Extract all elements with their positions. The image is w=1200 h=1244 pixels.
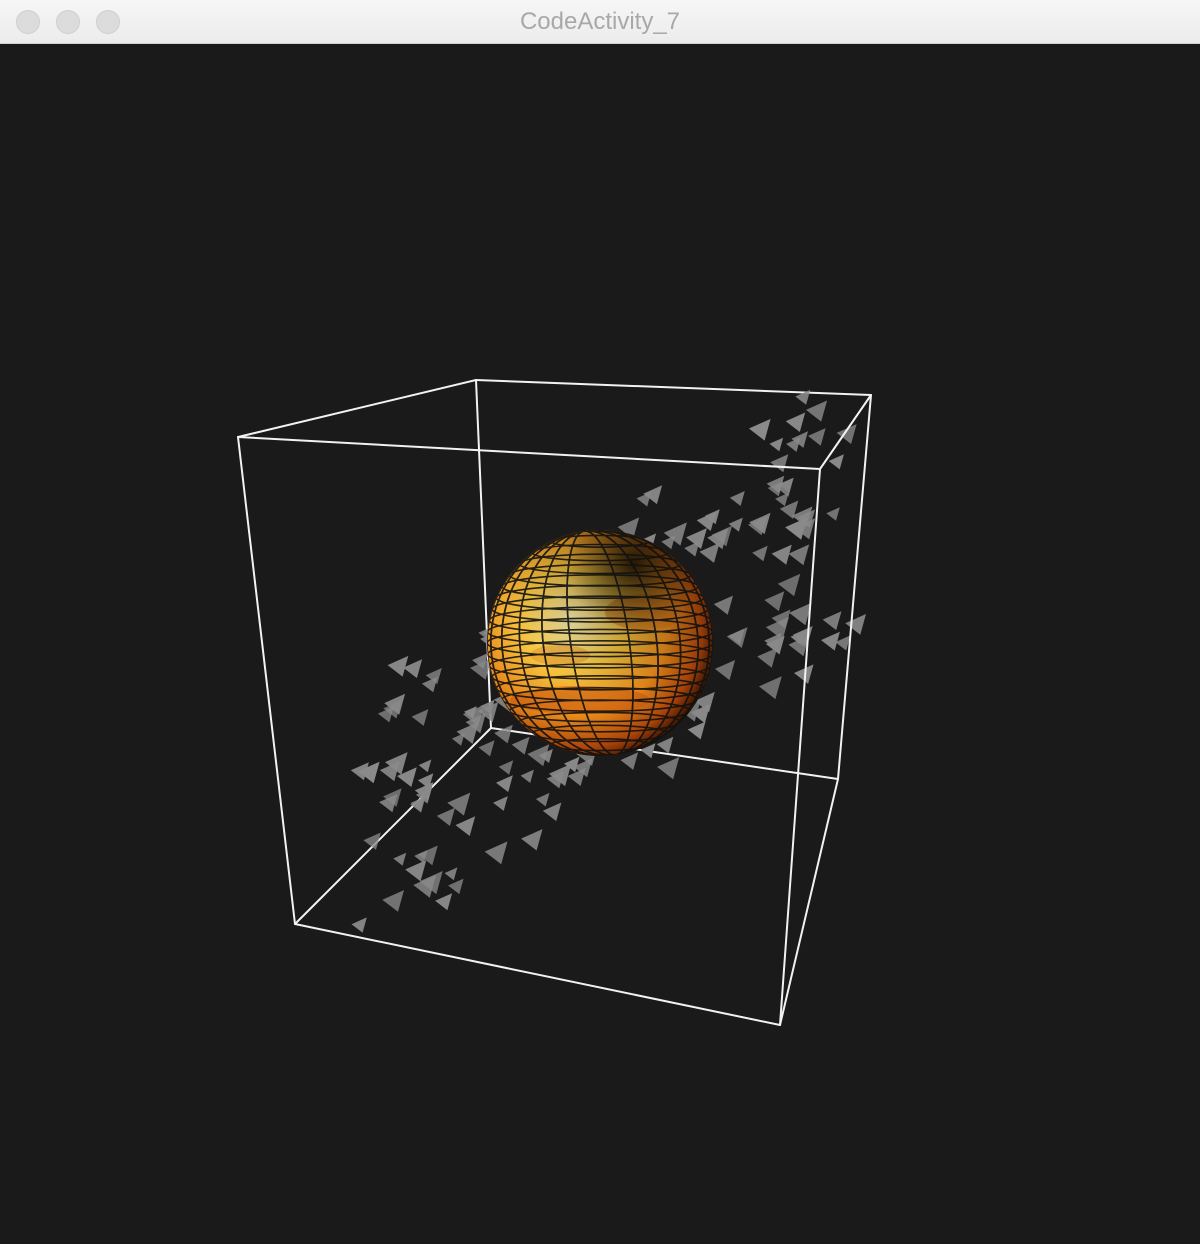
app-window: CodeActivity_7 [0,0,1200,1244]
scene-3d [237,379,872,1026]
title-bar[interactable]: CodeActivity_7 [0,0,1200,44]
window-title: CodeActivity_7 [519,8,681,35]
render-canvas[interactable] [0,44,1200,1244]
